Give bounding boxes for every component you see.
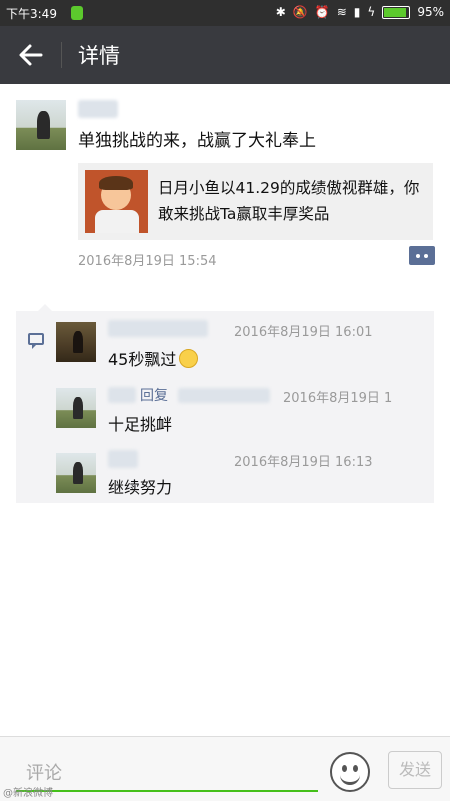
comment-avatar[interactable] — [56, 453, 96, 493]
comment-menu-button[interactable] — [409, 246, 435, 265]
comment-timestamp: 2016年8月19日 1 — [283, 391, 393, 406]
shared-link-thumbnail — [85, 170, 148, 233]
comment-username[interactable] — [108, 387, 136, 403]
comment-text: 45秒飘过 — [108, 346, 199, 370]
comment-username[interactable] — [108, 450, 138, 468]
comment-input-bar: 评论 发送 — [0, 736, 450, 801]
battery-icon — [382, 5, 411, 19]
post-text: 单独挑战的来，战赢了大礼奉上 — [78, 131, 316, 151]
shared-link-card[interactable]: 日月小鱼以41.29的成绩傲视群雄，你敢来挑战Ta赢取丰厚奖品 — [78, 163, 433, 240]
comment-username[interactable] — [108, 320, 208, 337]
watermark: @新浪微博 — [3, 788, 53, 799]
smiley-emoji-icon — [179, 349, 199, 368]
comment-icon — [28, 333, 44, 349]
mute-icon: 🔕 — [292, 5, 308, 19]
battery-percent: 95% — [417, 5, 444, 19]
alarm-icon: ⏰ — [314, 5, 330, 19]
arrow-left-icon[interactable] — [14, 38, 48, 72]
status-icons: ✱ 🔕 ⏰ ≋ ▮ ϟ 95% — [276, 5, 444, 19]
title-divider — [61, 42, 62, 68]
reply-target-username[interactable] — [178, 388, 270, 403]
comment-text: 十足挑衅 — [108, 415, 173, 434]
status-bar: 下午3:49 ✱ 🔕 ⏰ ≋ ▮ ϟ 95% — [0, 0, 450, 26]
status-time: 下午3:49 — [6, 7, 57, 21]
post-username[interactable] — [78, 100, 118, 118]
comment-avatar[interactable] — [56, 322, 96, 362]
shared-link-text: 日月小鱼以41.29的成绩傲视群雄，你敢来挑战Ta赢取丰厚奖品 — [158, 179, 420, 223]
title-bar: 详情 — [0, 26, 450, 84]
comment-input[interactable]: 评论 — [26, 759, 62, 785]
input-underline — [16, 790, 318, 792]
reply-label: 回复 — [140, 388, 168, 404]
post-timestamp: 2016年8月19日 15:54 — [78, 254, 217, 269]
comment-text: 继续努力 — [108, 478, 173, 497]
signal-icon: ▮ — [353, 5, 361, 19]
wifi-icon: ≋ — [336, 5, 347, 19]
comment-timestamp: 2016年8月19日 16:01 — [234, 325, 373, 340]
page-title: 详情 — [78, 44, 120, 68]
bluetooth-icon: ✱ — [275, 5, 286, 19]
smiley-icon[interactable] — [330, 752, 370, 792]
comment-timestamp: 2016年8月19日 16:13 — [234, 455, 373, 470]
comment-avatar[interactable] — [56, 388, 96, 428]
post-avatar[interactable] — [16, 100, 66, 150]
send-button[interactable]: 发送 — [388, 751, 442, 789]
notification-icon — [71, 6, 83, 20]
charging-icon: ϟ — [367, 5, 376, 19]
